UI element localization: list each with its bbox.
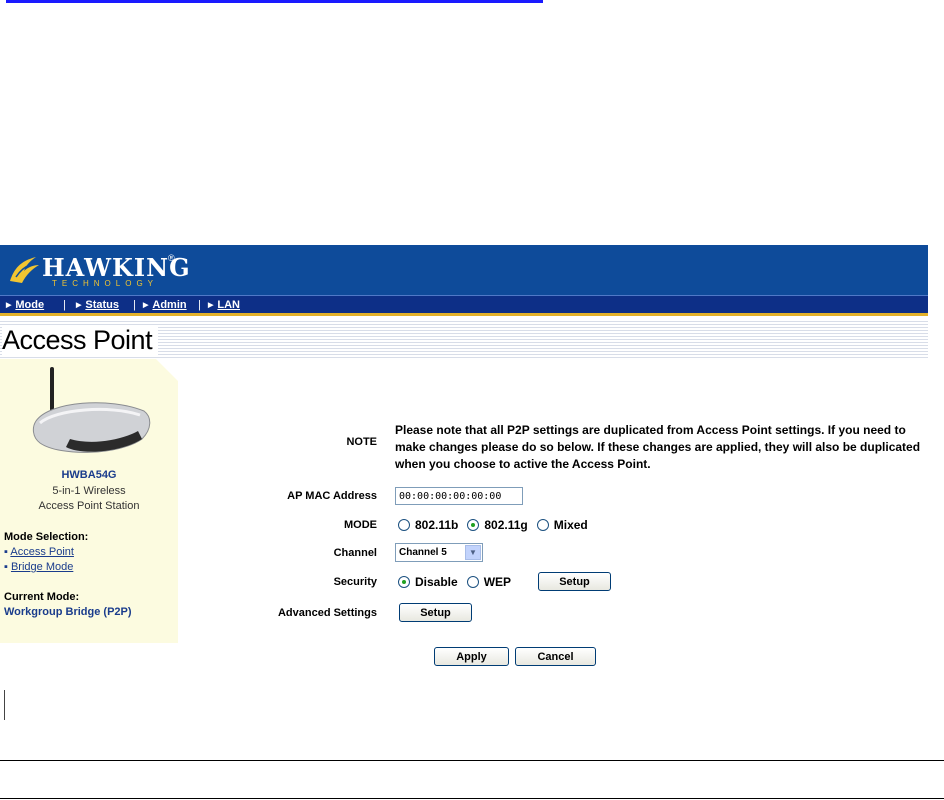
brand-subtitle: TECHNOLOGY bbox=[52, 279, 159, 288]
text-cursor-mark bbox=[4, 690, 5, 720]
channel-select[interactable]: Channel 5 ▼ bbox=[395, 543, 483, 562]
bullet-icon: ▪ bbox=[4, 561, 8, 573]
channel-label: Channel bbox=[333, 547, 377, 559]
nav-label-status: Status bbox=[85, 299, 120, 311]
mode-radio-80211g[interactable] bbox=[467, 519, 480, 531]
sidebar-corner-decoration bbox=[156, 359, 178, 381]
footer-divider-line bbox=[0, 798, 944, 799]
mode-radio-80211b[interactable] bbox=[398, 519, 410, 531]
device-model: HWBA54G bbox=[61, 469, 117, 481]
nav-label-mode: Mode bbox=[15, 299, 45, 311]
hawking-logo: HAWKING ® TECHNOLOGY bbox=[6, 249, 190, 289]
security-option-label: Disable bbox=[415, 575, 458, 589]
security-label: Security bbox=[333, 576, 377, 588]
security-radio-group: Disable WEP bbox=[398, 575, 520, 589]
nav-label-admin: Admin bbox=[152, 299, 187, 311]
advanced-setup-button[interactable]: Setup bbox=[399, 603, 472, 622]
sidebar: HWBA54G 5-in-1 Wireless Access Point Sta… bbox=[0, 359, 178, 643]
page-title: Access Point bbox=[2, 325, 159, 356]
security-radio-wep[interactable] bbox=[466, 576, 479, 588]
sidebar-link-access-point: ▪ Access Point bbox=[4, 546, 74, 558]
mode-radio-mixed[interactable] bbox=[536, 519, 549, 531]
mode-option-label: 802.11b bbox=[415, 518, 459, 532]
mode-selection-heading: Mode Selection: bbox=[4, 531, 89, 543]
device-description-line2: Access Point Station bbox=[38, 500, 140, 512]
note-label: NOTE bbox=[346, 436, 377, 448]
device-description-line1: 5-in-1 Wireless bbox=[52, 485, 126, 497]
channel-value: Channel 5 bbox=[399, 547, 447, 558]
arrow-right-icon: ▶ bbox=[208, 302, 214, 309]
nav-item-mode[interactable]: ▶ Mode bbox=[6, 299, 44, 311]
registered-mark: ® bbox=[168, 253, 175, 263]
bridge-mode-link[interactable]: Bridge Mode bbox=[11, 561, 73, 573]
mode-label: MODE bbox=[344, 519, 377, 531]
router-admin-frame: HAWKING ® TECHNOLOGY ▶ Mode | ▶ Status | ▶… bbox=[0, 245, 928, 723]
footer-divider-line bbox=[0, 760, 944, 761]
nav-separator: | bbox=[63, 299, 66, 311]
ap-mac-label: AP MAC Address bbox=[287, 490, 377, 502]
mode-option-label: Mixed bbox=[553, 518, 588, 532]
nav-label-lan: LAN bbox=[217, 299, 240, 311]
ap-mac-address-field[interactable] bbox=[395, 487, 523, 505]
chevron-down-icon[interactable]: ▼ bbox=[465, 545, 481, 560]
access-point-link[interactable]: Access Point bbox=[10, 546, 74, 558]
header-banner: HAWKING ® TECHNOLOGY bbox=[0, 245, 928, 295]
hawk-logo-icon bbox=[10, 257, 39, 283]
security-setup-button[interactable]: Setup bbox=[538, 572, 611, 591]
security-radio-disable[interactable] bbox=[398, 576, 410, 588]
bullet-icon: ▪ bbox=[4, 546, 8, 558]
arrow-right-icon: ▶ bbox=[143, 302, 149, 309]
mode-radio-group: 802.11b 802.11g Mixed bbox=[398, 518, 597, 532]
top-divider-line bbox=[6, 0, 543, 3]
nav-separator: | bbox=[198, 299, 201, 311]
current-mode-value: Workgroup Bridge (P2P) bbox=[4, 606, 132, 618]
title-strip: Access Point bbox=[0, 319, 928, 359]
cancel-button[interactable]: Cancel bbox=[515, 647, 596, 666]
nav-item-lan[interactable]: ▶ LAN bbox=[208, 299, 240, 311]
wireless-router-icon bbox=[32, 367, 151, 453]
security-option-label: WEP bbox=[483, 575, 512, 589]
note-text: Please note that all P2P settings are du… bbox=[395, 423, 921, 471]
sidebar-link-bridge-mode: ▪ Bridge Mode bbox=[4, 561, 73, 573]
nav-separator: | bbox=[133, 299, 136, 311]
mode-option-label: 802.11g bbox=[484, 518, 528, 532]
arrow-right-icon: ▶ bbox=[76, 302, 82, 309]
current-mode-heading: Current Mode: bbox=[4, 591, 80, 603]
nav-item-admin[interactable]: ▶ Admin bbox=[143, 299, 187, 311]
advanced-settings-label: Advanced Settings bbox=[277, 607, 377, 619]
top-nav-bar: ▶ Mode | ▶ Status | ▶ Admin | ▶ LAN bbox=[0, 295, 928, 316]
nav-item-status[interactable]: ▶ Status bbox=[76, 299, 119, 311]
apply-button[interactable]: Apply bbox=[434, 647, 509, 666]
arrow-right-icon: ▶ bbox=[6, 302, 12, 309]
